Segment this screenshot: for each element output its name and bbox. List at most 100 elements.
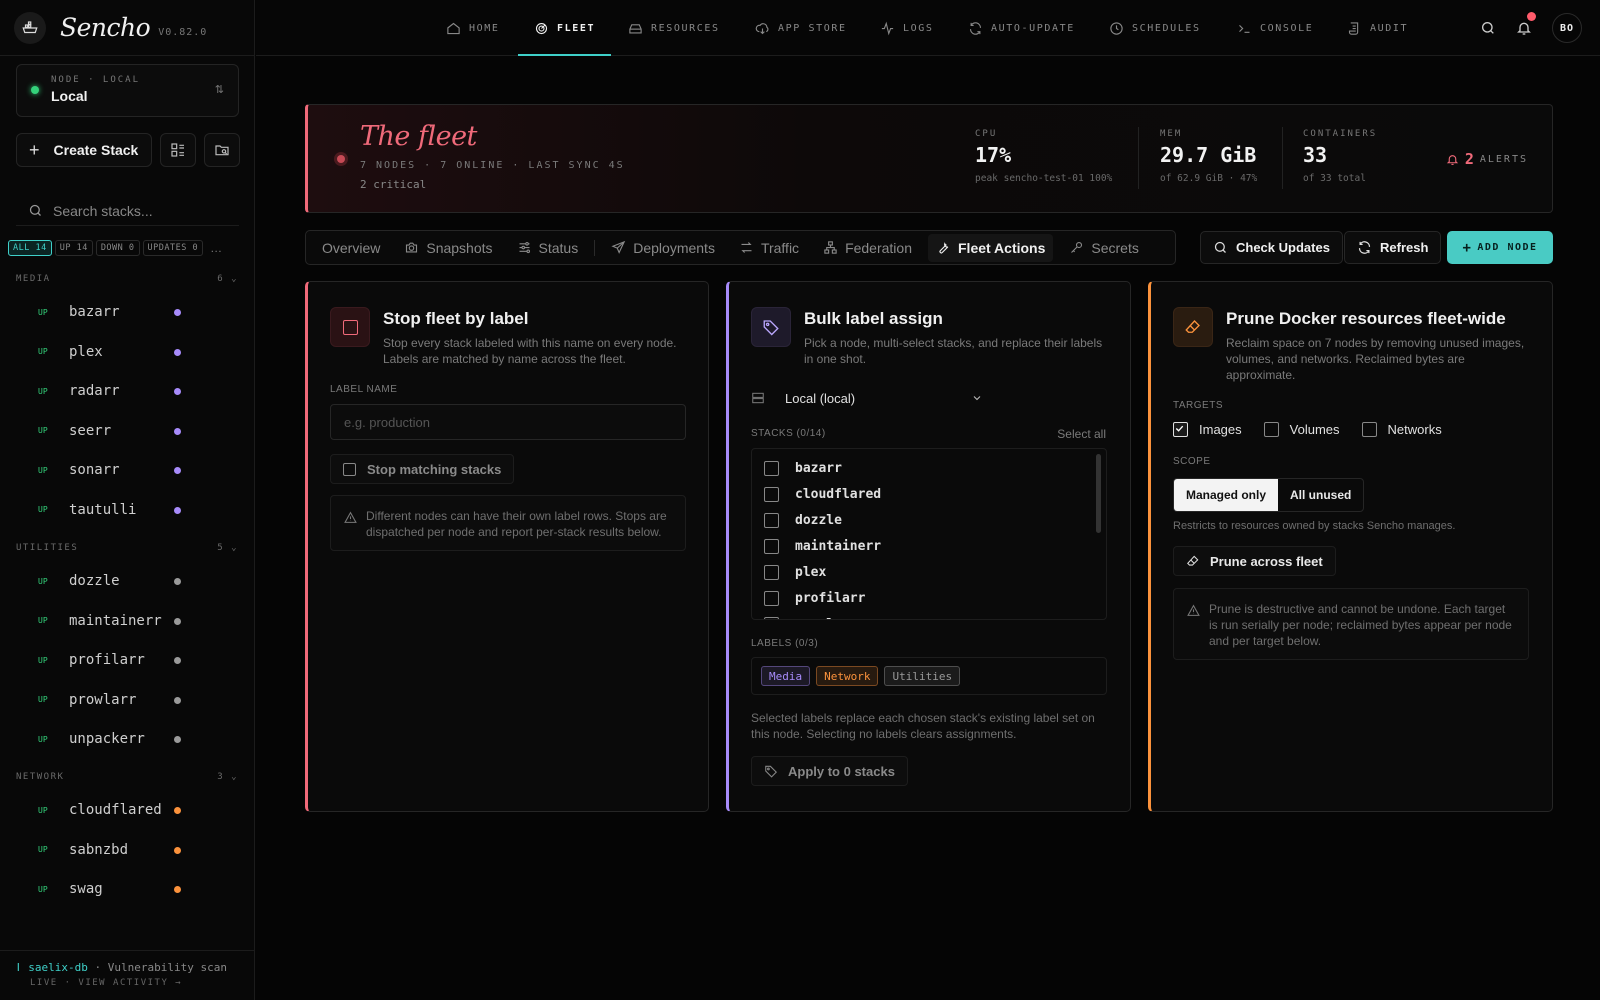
divider [1282,127,1283,189]
node-selector[interactable]: NODE · LOCAL Local ⇅ [16,64,239,117]
group-header-network[interactable]: NETWORK 3 ⌄ [16,772,238,782]
avatar[interactable]: BO [1552,13,1582,43]
nav-resources[interactable]: RESOURCES [628,0,720,56]
grid-view-button[interactable] [160,133,196,167]
checkbox[interactable] [764,564,779,580]
nav-fleet[interactable]: FLEET [517,0,612,56]
sidebar-stack-profilarr[interactable]: UP profilarr [38,650,188,670]
checkbox[interactable] [764,486,779,502]
stack-checkbox-row[interactable]: prowlarr [752,611,1106,619]
sidebar-stack-maintainerr[interactable]: UP maintainerr [38,611,188,631]
checkbox[interactable] [343,462,356,476]
stack-status: UP [38,695,48,704]
create-stack-label: Create Stack [53,142,139,158]
node-select[interactable]: Local (local) [751,382,983,414]
sidebar-stack-seerr[interactable]: UP seerr [38,421,188,441]
target-images[interactable]: Images [1173,422,1242,437]
search-icon [1214,241,1226,253]
group-header-media[interactable]: MEDIA 6 ⌄ [16,274,238,284]
select-all-link[interactable]: Select all [1057,427,1106,441]
stack-checkbox-row[interactable]: bazarr [752,455,1106,481]
scrollbar[interactable] [1096,454,1101,533]
nav-logs[interactable]: LOGS [880,0,933,56]
sidebar-stack-sonarr[interactable]: UP sonarr [38,460,188,480]
checkbox[interactable] [764,460,779,476]
group-name: NETWORK [16,772,65,782]
refresh-button[interactable]: Refresh [1344,231,1442,264]
filter-up[interactable]: UP 14 [54,240,93,256]
folder-search-button[interactable] [204,133,240,167]
tab-federation[interactable]: Federation [823,240,912,256]
stack-checkbox-row[interactable]: dozzle [752,507,1106,533]
add-node-button[interactable]: + ADD NODE [1447,231,1553,264]
sidebar-stack-sabnzbd[interactable]: UP sabnzbd [38,840,188,860]
check-updates-label: Check Updates [1236,240,1330,255]
checkbox[interactable] [1361,422,1377,437]
sidebar-stack-radarr[interactable]: UP radarr [38,381,188,401]
more-filters-icon[interactable]: … [210,241,222,255]
nav-app-store[interactable]: APP STORE [755,0,847,56]
tab-fleet-actions[interactable]: Fleet Actions [928,233,1054,262]
activity-footer[interactable]: ǀ saelix-db · Vulnerability scan LIVE · … [0,950,255,1000]
view-activity-link[interactable]: LIVE · VIEW ACTIVITY → [15,978,240,988]
tab-secrets[interactable]: Secrets [1069,240,1139,256]
prune-button[interactable]: Prune across fleet [1173,546,1336,576]
tab-overview[interactable]: Overview [322,240,380,256]
checkbox[interactable] [764,538,779,554]
filter-down[interactable]: DOWN 0 [95,240,140,256]
sidebar-stack-dozzle[interactable]: UP dozzle [38,571,188,591]
prune-note-text: Prune is destructive and cannot be undon… [1209,602,1512,648]
label-tag-utilities[interactable]: Utilities [884,666,961,686]
create-stack-button[interactable]: + Create Stack [16,133,152,167]
sidebar-stack-swag[interactable]: UP swag [38,879,188,899]
tab-snapshots[interactable]: Snapshots [404,240,493,256]
sidebar-stack-tautulli[interactable]: UP tautulli [38,500,188,520]
nav-schedules[interactable]: SCHEDULES [1109,0,1201,56]
tab-traffic[interactable]: Traffic [739,240,799,256]
group-header-utilities[interactable]: UTILITIES 5 ⌄ [16,543,238,553]
nav-audit[interactable]: AUDIT [1347,0,1408,56]
chevron-down-icon [973,396,981,401]
checkbox[interactable] [764,590,779,606]
checkbox[interactable] [764,616,779,619]
label-tag-media[interactable]: Media [761,666,811,686]
scope-managed-only[interactable]: Managed only [1174,479,1279,511]
checkbox[interactable] [764,512,779,528]
stack-checkbox-row[interactable]: plex [752,559,1106,585]
scope-all-unused[interactable]: All unused [1278,479,1363,511]
global-search-button[interactable] [1480,20,1496,36]
checkbox-checked[interactable] [1173,422,1188,437]
stack-name: bazarr [795,460,842,476]
nav-home[interactable]: HOME [446,0,499,56]
sidebar-stack-bazarr[interactable]: UP bazarr [38,302,188,322]
checkbox[interactable] [1263,422,1279,437]
search-icon [1482,22,1494,34]
stack-checkbox-row[interactable]: profilarr [752,585,1106,611]
stack-search-input[interactable]: Search stacks... [16,196,239,226]
home-icon [447,22,460,34]
tab-deployments[interactable]: Deployments [611,240,715,256]
sidebar-stack-prowlarr[interactable]: UP prowlarr [38,690,188,710]
tab-status[interactable]: Status [517,240,578,256]
stop-matching-stacks-button[interactable]: Stop matching stacks [330,454,515,484]
filter-updates[interactable]: UPDATES 0 [142,240,204,256]
stack-checkbox-row[interactable]: maintainerr [752,533,1106,559]
stack-checkbox-row[interactable]: cloudflared [752,481,1106,507]
target-volumes[interactable]: Volumes [1263,422,1340,437]
sidebar-stack-unpackerr[interactable]: UP unpackerr [38,729,188,749]
filter-all[interactable]: ALL 14 [8,240,52,256]
nav-auto-update[interactable]: AUTO-UPDATE [968,0,1075,56]
label-tag-network[interactable]: Network [816,666,879,686]
label-name-input[interactable]: e.g. production [330,404,686,440]
check-updates-button[interactable]: Check Updates [1200,231,1343,264]
target-networks[interactable]: Networks [1361,422,1442,437]
apply-labels-button[interactable]: Apply to 0 stacks [751,756,908,786]
sidebar-stack-plex[interactable]: UP plex [38,342,188,362]
tab-deployments-label: Deployments [633,239,715,256]
arrows-icon [741,242,752,253]
plus-icon: + [1462,239,1473,256]
alerts-indicator[interactable]: 2 ALERTS [1446,150,1528,168]
nav-console[interactable]: CONSOLE [1237,0,1313,56]
notifications-button[interactable] [1516,12,1536,36]
sidebar-stack-cloudflared[interactable]: UP cloudflared [38,800,188,820]
